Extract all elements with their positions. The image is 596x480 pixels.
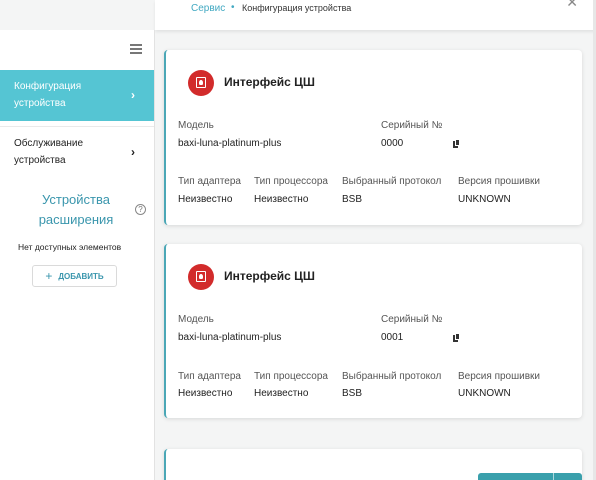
add-button-label: ДОБАВИТЬ bbox=[58, 271, 104, 281]
sidebar-item-device-config[interactable]: Конфигурация устройства › bbox=[0, 70, 154, 121]
model-label: Модель bbox=[178, 120, 214, 131]
protocol-label: Выбранный протокол bbox=[342, 176, 442, 187]
top-bar: Сервис • Конфигурация устройства ✕ bbox=[155, 0, 596, 30]
action-button[interactable] bbox=[478, 473, 582, 480]
processor-type-value: Неизвестно bbox=[254, 388, 309, 399]
breadcrumb-current: Конфигурация устройства bbox=[242, 3, 352, 13]
protocol-value: BSB bbox=[342, 388, 363, 399]
boiler-icon bbox=[188, 70, 214, 96]
serial-label: Серийный № bbox=[381, 314, 443, 325]
empty-state-text: Нет доступных элементов bbox=[18, 242, 122, 252]
firmware-value: UNKNOWN bbox=[458, 194, 511, 205]
sidebar-item-label: Конфигурация устройства bbox=[14, 81, 82, 109]
breadcrumb-service-link[interactable]: Сервис bbox=[191, 3, 225, 14]
firmware-label: Версия прошивки bbox=[458, 176, 540, 187]
model-value: baxi-luna-platinum-plus bbox=[178, 138, 282, 149]
adapter-type-label: Тип адаптера bbox=[178, 176, 241, 187]
boiler-icon bbox=[188, 264, 214, 290]
copy-icon[interactable] bbox=[453, 333, 460, 342]
firmware-label: Версия прошивки bbox=[458, 371, 540, 382]
model-label: Модель bbox=[178, 314, 214, 325]
sidebar: Конфигурация устройства › Обслуживание у… bbox=[0, 30, 155, 480]
menu-icon[interactable] bbox=[130, 44, 142, 54]
firmware-value: UNKNOWN bbox=[458, 388, 511, 399]
adapter-type-label: Тип адаптера bbox=[178, 371, 241, 382]
add-extension-button[interactable]: + ДОБАВИТЬ bbox=[32, 265, 117, 287]
breadcrumb-separator: • bbox=[231, 2, 235, 13]
protocol-label: Выбранный протокол bbox=[342, 371, 442, 382]
processor-type-value: Неизвестно bbox=[254, 194, 309, 205]
serial-label: Серийный № bbox=[381, 120, 443, 131]
sidebar-item-label: Обслуживание устройства bbox=[14, 138, 84, 166]
help-icon[interactable]: ? bbox=[135, 204, 146, 215]
plus-icon: + bbox=[45, 269, 53, 283]
extensions-title: Устройства расширения bbox=[38, 192, 114, 227]
processor-type-label: Тип процессора bbox=[254, 371, 328, 382]
copy-icon[interactable] bbox=[453, 139, 460, 148]
chevron-right-icon: › bbox=[131, 88, 135, 102]
card-title: Интерфейс ЦШ bbox=[224, 75, 315, 89]
sidebar-item-device-service[interactable]: Обслуживание устройства › bbox=[0, 127, 154, 178]
serial-value: 0001 bbox=[381, 332, 404, 343]
adapter-type-value: Неизвестно bbox=[178, 388, 233, 399]
device-card: Интерфейс ЦШ Модель baxi-luna-platinum-p… bbox=[164, 244, 582, 418]
processor-type-label: Тип процессора bbox=[254, 176, 328, 187]
close-icon[interactable]: ✕ bbox=[566, 0, 578, 11]
serial-value: 0000 bbox=[381, 138, 404, 149]
adapter-type-value: Неизвестно bbox=[178, 194, 233, 205]
chevron-right-icon: › bbox=[131, 145, 135, 159]
model-value: baxi-luna-platinum-plus bbox=[178, 332, 282, 343]
protocol-value: BSB bbox=[342, 194, 363, 205]
card-title: Интерфейс ЦШ bbox=[224, 269, 315, 283]
device-card: Интерфейс ЦШ Модель baxi-luna-platinum-p… bbox=[164, 50, 582, 225]
